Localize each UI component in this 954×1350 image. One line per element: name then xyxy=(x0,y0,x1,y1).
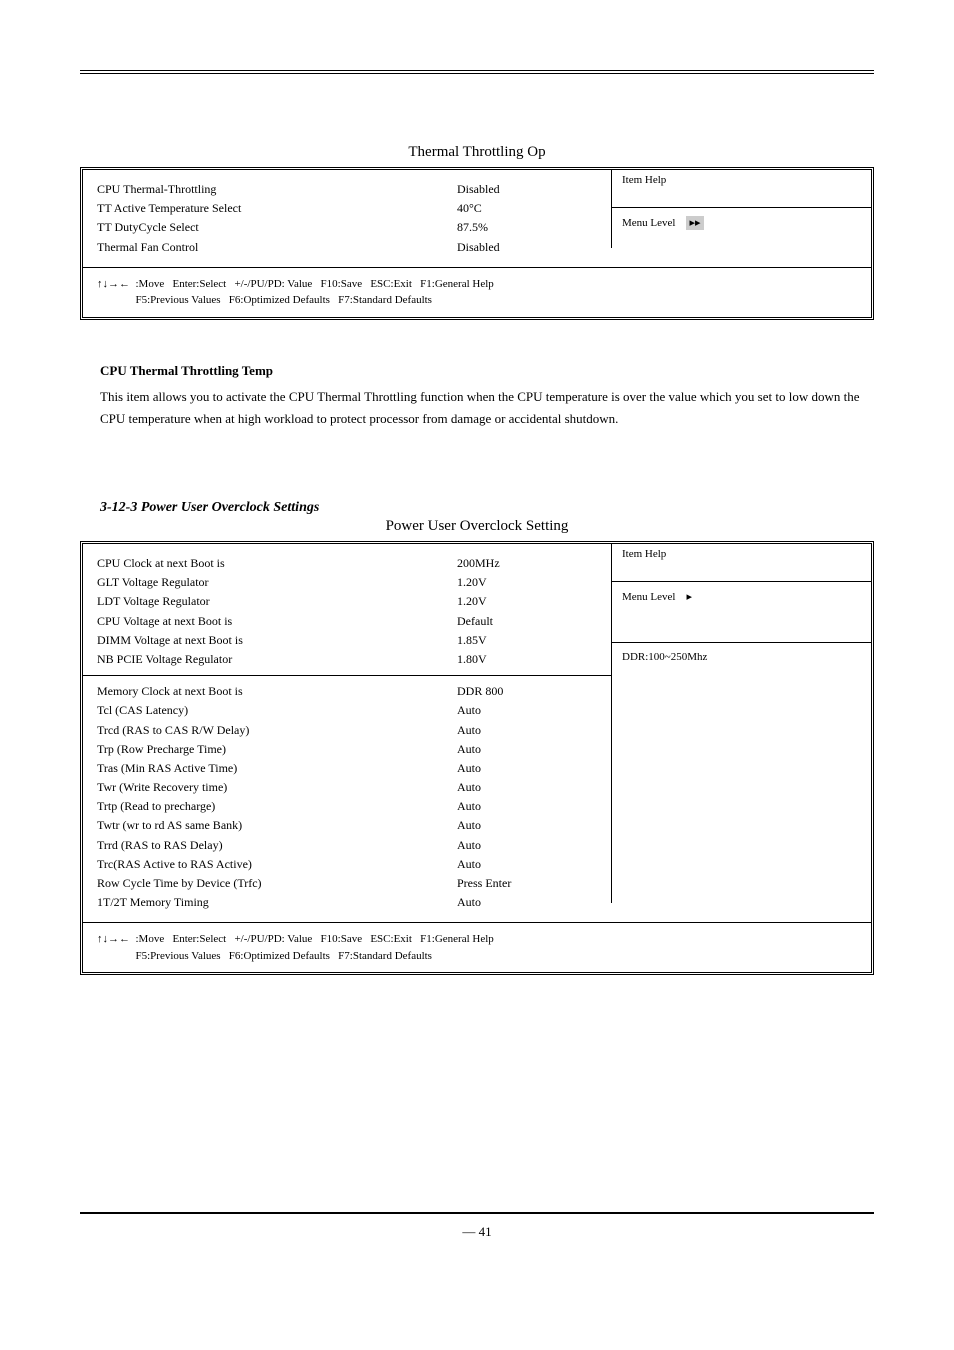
footer-rule xyxy=(80,1212,874,1214)
opt-value: Auto xyxy=(457,893,597,912)
thermal-footer-keys: ↑↓→← ↑↓→← :Move Enter:Select +/-/PU/PD: … xyxy=(83,267,871,317)
bios-option-row[interactable]: Trc(RAS Active to RAS Active)Auto xyxy=(97,855,597,874)
thermal-row-fan-control[interactable]: Thermal Fan Control Disabled xyxy=(97,238,597,257)
menu-level-label: Menu Level xyxy=(622,217,675,229)
opt-value: Auto xyxy=(457,740,597,759)
thermal-left-panel: CPU Thermal-Throttling Disabled TT Activ… xyxy=(83,170,611,267)
bios-option-row[interactable]: Memory Clock at next Boot isDDR 800 xyxy=(97,682,597,701)
page-footer: — 41 xyxy=(80,1212,874,1240)
thermal-row-tt-active-temp[interactable]: TT Active Temperature Select 40°C xyxy=(97,199,597,218)
opt-label: Row Cycle Time by Device (Trfc) xyxy=(97,874,457,893)
bios-option-row[interactable]: Trrd (RAS to RAS Delay)Auto xyxy=(97,836,597,855)
item-help-label: Item Help xyxy=(622,548,666,560)
opt-value: Auto xyxy=(457,759,597,778)
opt-value: Default xyxy=(457,612,597,631)
opt-label: Twtr (wr to rd AS same Bank) xyxy=(97,816,457,835)
thermal-item-help: Item Help xyxy=(611,170,871,208)
opt-label: Thermal Fan Control xyxy=(97,238,457,257)
page-number: — 41 xyxy=(80,1224,874,1240)
opt-label: Trcd (RAS to CAS R/W Delay) xyxy=(97,721,457,740)
bios-option-row[interactable]: LDT Voltage Regulator1.20V xyxy=(97,592,597,611)
opt-label: Trtp (Read to precharge) xyxy=(97,797,457,816)
opt-label: Trp (Row Precharge Time) xyxy=(97,740,457,759)
opt-label: TT DutyCycle Select xyxy=(97,218,457,237)
bios-option-row[interactable]: Trcd (RAS to CAS R/W Delay)Auto xyxy=(97,721,597,740)
bios-option-row[interactable]: NB PCIE Voltage Regulator1.80V xyxy=(97,650,597,669)
opt-value: Auto xyxy=(457,836,597,855)
bios-option-row[interactable]: CPU Voltage at next Boot isDefault xyxy=(97,612,597,631)
opt-value: Disabled xyxy=(457,180,597,199)
bios-option-row[interactable]: Trp (Row Precharge Time)Auto xyxy=(97,740,597,759)
menu-level-label: Menu Level xyxy=(622,591,675,603)
hint-text: DDR:100~250Mhz xyxy=(622,651,707,663)
top-rule xyxy=(80,70,874,74)
overclock-hint: DDR:100~250Mhz xyxy=(611,643,871,903)
opt-value: 1.80V xyxy=(457,650,597,669)
opt-value: 1.85V xyxy=(457,631,597,650)
opt-value: Auto xyxy=(457,778,597,797)
arrow-keys-icon: ↑↓→← xyxy=(97,933,130,945)
opt-label: CPU Clock at next Boot is xyxy=(97,554,457,573)
opt-value: 1.20V xyxy=(457,592,597,611)
thermal-description: CPU Thermal Throttling Temp This item al… xyxy=(100,360,874,430)
opt-value: 1.20V xyxy=(457,573,597,592)
bios-option-row[interactable]: Twr (Write Recovery time)Auto xyxy=(97,778,597,797)
thermal-row-tt-dutycycle[interactable]: TT DutyCycle Select 87.5% xyxy=(97,218,597,237)
opt-label: Trc(RAS Active to RAS Active) xyxy=(97,855,457,874)
opt-value: Auto xyxy=(457,701,597,720)
bios-option-row[interactable]: 1T/2T Memory TimingAuto xyxy=(97,893,597,912)
opt-value: Auto xyxy=(457,855,597,874)
opt-label: NB PCIE Voltage Regulator xyxy=(97,650,457,669)
opt-label: Trrd (RAS to RAS Delay) xyxy=(97,836,457,855)
opt-label: Memory Clock at next Boot is xyxy=(97,682,457,701)
bios-option-row[interactable]: GLT Voltage Regulator1.20V xyxy=(97,573,597,592)
overclock-menu-level: Menu Level ▸ xyxy=(611,582,871,642)
section-divider xyxy=(83,675,611,676)
opt-label: Tras (Min RAS Active Time) xyxy=(97,759,457,778)
bios-option-row[interactable]: Tras (Min RAS Active Time)Auto xyxy=(97,759,597,778)
overclock-item-help: Item Help xyxy=(611,544,871,582)
thermal-row-cpu-throttling[interactable]: CPU Thermal-Throttling Disabled xyxy=(97,180,597,199)
arrow-keys-icon: ↑↓→← xyxy=(97,278,130,290)
opt-value: Auto xyxy=(457,797,597,816)
opt-label: CPU Voltage at next Boot is xyxy=(97,612,457,631)
opt-label: LDT Voltage Regulator xyxy=(97,592,457,611)
bios-option-row[interactable]: Tcl (CAS Latency)Auto xyxy=(97,701,597,720)
opt-label: TT Active Temperature Select xyxy=(97,199,457,218)
opt-label: Twr (Write Recovery time) xyxy=(97,778,457,797)
bios-option-row[interactable]: Row Cycle Time by Device (Trfc)Press Ent… xyxy=(97,874,597,893)
overclock-box: CPU Clock at next Boot is200MHzGLT Volta… xyxy=(80,541,874,975)
opt-label: 1T/2T Memory Timing xyxy=(97,893,457,912)
overclock-footer-keys: ↑↓→← ↑↓→← :Move Enter:Select +/-/PU/PD: … xyxy=(83,922,871,972)
opt-value: Disabled xyxy=(457,238,597,257)
bios-option-row[interactable]: CPU Clock at next Boot is200MHz xyxy=(97,554,597,573)
opt-value: Press Enter xyxy=(457,874,597,893)
opt-label: CPU Thermal-Throttling xyxy=(97,180,457,199)
desc-heading: CPU Thermal Throttling Temp xyxy=(100,360,874,382)
bios-option-row[interactable]: DIMM Voltage at next Boot is1.85V xyxy=(97,631,597,650)
opt-value: 87.5% xyxy=(457,218,597,237)
overclock-title: Power User Overclock Setting xyxy=(80,518,874,535)
opt-label: Tcl (CAS Latency) xyxy=(97,701,457,720)
menu-level-indicator: ▸ xyxy=(686,591,692,603)
opt-value: Auto xyxy=(457,816,597,835)
item-help-label: Item Help xyxy=(622,174,666,186)
thermal-box: CPU Thermal-Throttling Disabled TT Activ… xyxy=(80,167,874,320)
thermal-menu-level: Menu Level ▸▸ xyxy=(611,208,871,248)
thermal-title: Thermal Throttling Op xyxy=(80,144,874,161)
opt-label: DIMM Voltage at next Boot is xyxy=(97,631,457,650)
bios-option-row[interactable]: Trtp (Read to precharge)Auto xyxy=(97,797,597,816)
bios-option-row[interactable]: Twtr (wr to rd AS same Bank)Auto xyxy=(97,816,597,835)
overclock-subheading: 3-12-3 Power User Overclock Settings xyxy=(100,500,874,516)
opt-value: DDR 800 xyxy=(457,682,597,701)
opt-value: 40°C xyxy=(457,199,597,218)
opt-label: GLT Voltage Regulator xyxy=(97,573,457,592)
desc-body: This item allows you to activate the CPU… xyxy=(100,386,874,430)
opt-value: Auto xyxy=(457,721,597,740)
overclock-left-panel: CPU Clock at next Boot is200MHzGLT Volta… xyxy=(83,544,611,922)
menu-level-indicator: ▸▸ xyxy=(686,216,703,230)
opt-value: 200MHz xyxy=(457,554,597,573)
